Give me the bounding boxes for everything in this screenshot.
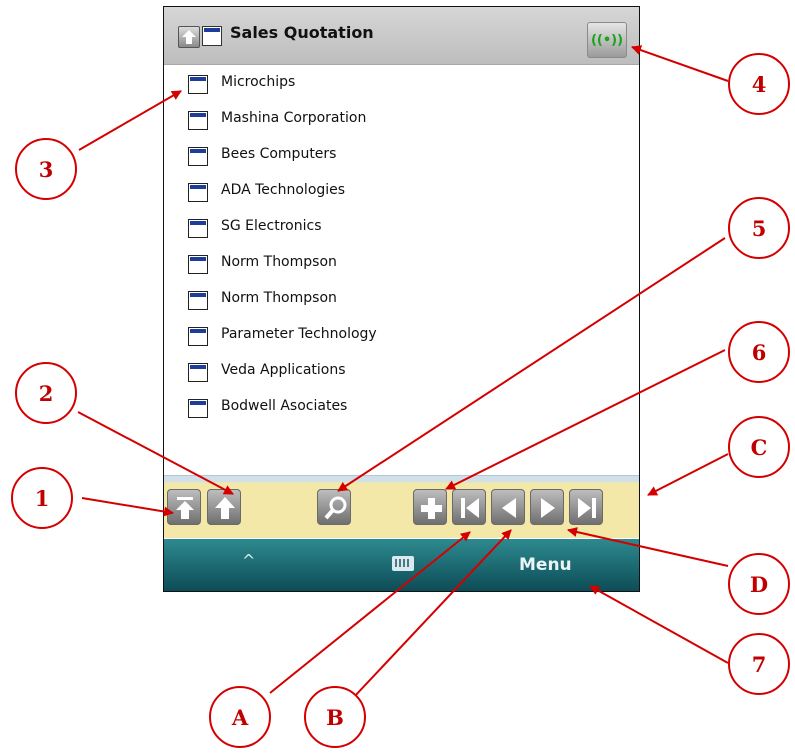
arrow-3 (78, 90, 182, 151)
arrow-1 (81, 497, 174, 517)
callout-1: 1 (11, 467, 73, 529)
callout-4: 4 (728, 53, 790, 115)
arrow-5 (337, 237, 726, 492)
callout-2: 2 (15, 362, 77, 424)
arrow-7 (589, 585, 729, 664)
callout-A: A (209, 686, 271, 748)
arrow-6 (445, 349, 726, 490)
callout-6: 6 (728, 321, 790, 383)
arrow-4 (631, 45, 729, 82)
callout-C: C (728, 416, 790, 478)
callout-B: B (304, 686, 366, 748)
arrow-A (269, 531, 471, 694)
arrow-C (647, 453, 729, 496)
callout-D: D (728, 553, 790, 615)
arrow-B (352, 529, 512, 699)
callout-3: 3 (15, 138, 77, 200)
annotation-arrows (77, 45, 729, 699)
arrow-2 (77, 411, 234, 495)
callout-7: 7 (728, 633, 790, 695)
arrow-D (567, 527, 729, 567)
callout-5: 5 (728, 197, 790, 259)
